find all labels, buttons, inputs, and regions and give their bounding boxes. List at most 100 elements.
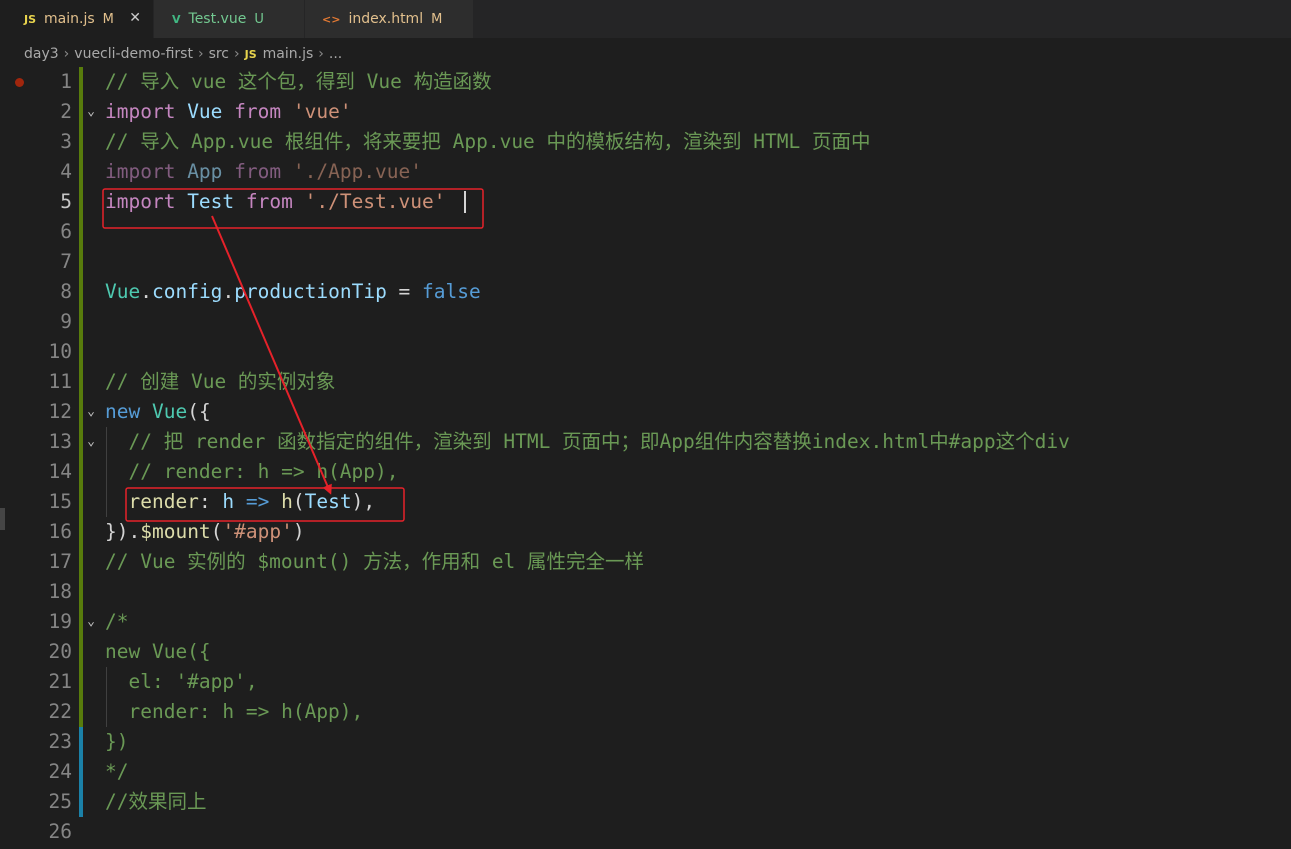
code-text: new Vue({: [105, 637, 211, 667]
code-line[interactable]: 13 ⌄ // 把 render 函数指定的组件，渲染到 HTML 页面中；即Ap…: [0, 427, 1291, 457]
close-icon[interactable]: ✕: [129, 10, 141, 26]
tab-git-status: M: [102, 11, 114, 27]
code-line[interactable]: 6: [0, 217, 1291, 247]
code-token: // render: h => h(App),: [105, 460, 399, 483]
fold-chevron-icon[interactable]: ⌄: [83, 397, 99, 427]
line-number: 14: [48, 460, 72, 483]
code-token: :: [198, 490, 223, 513]
line-number: 12: [48, 400, 72, 423]
tab-index-html[interactable]: <> index.html M: [305, 0, 473, 38]
code-text: render: h => h(App),: [105, 697, 363, 727]
line-number: 11: [48, 370, 72, 393]
fold-chevron-icon[interactable]: ⌄: [83, 607, 99, 637]
code-line[interactable]: 16}).$mount('#app'): [0, 517, 1291, 547]
code-line[interactable]: 12 ⌄ new Vue({: [0, 397, 1291, 427]
code-line[interactable]: 1 // 导入 vue 这个包，得到 Vue 构造函数: [0, 67, 1291, 97]
breadcrumb-project[interactable]: vuecli-demo-first: [74, 46, 193, 62]
text-cursor: [464, 191, 466, 213]
code-editor[interactable]: 1// 导入 vue 这个包，得到 Vue 构造函数 2 ⌄ import Vue f…: [0, 67, 1291, 849]
code-token: // 导入 vue 这个包，得到 Vue 构造函数: [105, 70, 492, 93]
code-text: // 导入 vue 这个包，得到 Vue 构造函数: [105, 67, 492, 97]
breakpoint-icon[interactable]: [15, 78, 24, 87]
code-text: import Vue from 'vue': [105, 97, 352, 127]
git-gutter-marker: [79, 157, 83, 187]
code-line[interactable]: 25 //效果同上: [0, 787, 1291, 817]
code-line[interactable]: 3 // 导入 App.vue 根组件，将来要把 App.vue 中的模板结构，渲…: [0, 127, 1291, 157]
line-number: 3: [60, 130, 72, 153]
code-token: new: [105, 400, 152, 423]
code-line[interactable]: 15 render: h => h(Test),: [0, 487, 1291, 517]
line-number: 4: [60, 160, 72, 183]
code-token: .: [222, 280, 235, 303]
git-gutter-marker: [79, 277, 83, 307]
chevron-right-icon: ›: [63, 46, 70, 62]
breadcrumb-file[interactable]: main.js: [263, 46, 314, 62]
chevron-right-icon: ›: [197, 46, 204, 62]
code-line[interactable]: 21 el: '#app',: [0, 667, 1291, 697]
code-text: */: [105, 757, 128, 787]
breadcrumb-src[interactable]: src: [209, 46, 229, 62]
git-gutter-marker: [79, 367, 83, 397]
line-number: 21: [48, 670, 72, 693]
chevron-right-icon: ›: [234, 46, 240, 62]
code-token: h: [281, 490, 293, 513]
code-token: h: [222, 490, 235, 513]
git-gutter-marker: [79, 667, 83, 697]
git-gutter-marker: [79, 787, 83, 817]
code-token: from: [234, 190, 305, 213]
code-token: productionTip: [234, 280, 387, 303]
code-text: Vue.config.productionTip = false: [105, 277, 481, 307]
code-line[interactable]: 17 // Vue 实例的 $mount() 方法，作用和 el 属性完全一样: [0, 547, 1291, 577]
code-line[interactable]: 7: [0, 247, 1291, 277]
line-number: 8: [60, 280, 72, 303]
code-text: }): [105, 727, 128, 757]
indent-guide: [106, 667, 107, 727]
line-number: 18: [48, 580, 72, 603]
code-line[interactable]: 26: [0, 817, 1291, 847]
code-line[interactable]: 18: [0, 577, 1291, 607]
line-number: 20: [48, 640, 72, 663]
line-number: 22: [48, 700, 72, 723]
code-token: 'vue': [292, 100, 352, 123]
line-number: 5: [60, 190, 72, 213]
code-token: Vue: [151, 400, 188, 423]
code-line[interactable]: 2 ⌄ import Vue from 'vue': [0, 97, 1291, 127]
code-text: new Vue({: [105, 397, 211, 427]
git-gutter-marker: [79, 547, 83, 577]
breadcrumb-symbol[interactable]: ...: [329, 46, 342, 62]
line-number: 2: [60, 100, 72, 123]
line-number: 19: [48, 610, 72, 633]
fold-chevron-icon[interactable]: ⌄: [83, 427, 99, 457]
breadcrumb-day3[interactable]: day3: [24, 46, 59, 62]
code-token: // 把 render 函数指定的组件，渲染到 HTML 页面中；即App组件内…: [105, 430, 1070, 453]
fold-chevron-icon[interactable]: ⌄: [83, 97, 99, 127]
code-text: render: h => h(Test),: [105, 487, 375, 517]
code-line[interactable]: 23}): [0, 727, 1291, 757]
indent-guide: [106, 427, 107, 517]
git-gutter-marker: [79, 247, 83, 277]
code-token: render: h => h(App),: [105, 700, 364, 723]
code-line[interactable]: 11 // 创建 Vue 的实例对象: [0, 367, 1291, 397]
code-line[interactable]: 9: [0, 307, 1291, 337]
git-gutter-marker: [79, 67, 83, 97]
code-line[interactable]: 22 render: h => h(App),: [0, 697, 1291, 727]
code-line[interactable]: 8 Vue.config.productionTip = false: [0, 277, 1291, 307]
git-gutter-marker: [79, 517, 83, 547]
code-line[interactable]: 19 ⌄ /*: [0, 607, 1291, 637]
code-line[interactable]: 20 new Vue({: [0, 637, 1291, 667]
code-token: /*: [105, 610, 129, 633]
code-line[interactable]: 5 import Test from './Test.vue': [0, 187, 1291, 217]
code-line[interactable]: 14 // render: h => h(App),: [0, 457, 1291, 487]
tab-Test-vue[interactable]: V Test.vue U: [154, 0, 304, 38]
code-line[interactable]: 4 import App from './App.vue': [0, 157, 1291, 187]
tab-git-status: M: [431, 11, 443, 27]
tab-main-js[interactable]: JS main.js M ✕: [0, 0, 153, 38]
code-token: false: [422, 280, 481, 303]
code-token: ): [292, 520, 305, 543]
code-text: // 导入 App.vue 根组件，将来要把 App.vue 中的模板结构，渲染…: [105, 127, 870, 157]
code-token: // Vue 实例的 $mount() 方法，作用和 el 属性完全一样: [105, 550, 645, 573]
code-line[interactable]: 24 */: [0, 757, 1291, 787]
code-line[interactable]: 10: [0, 337, 1291, 367]
code-token: // 导入 App.vue 根组件，将来要把 App.vue 中的模板结构，渲染…: [105, 130, 871, 153]
